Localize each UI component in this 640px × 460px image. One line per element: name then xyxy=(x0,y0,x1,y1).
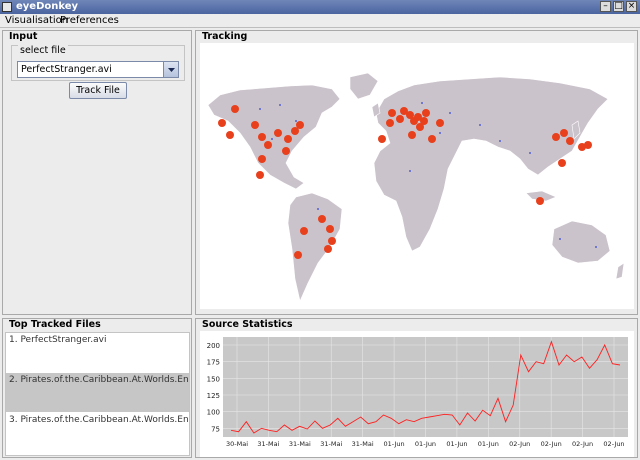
x-tick-label: 02-Jun xyxy=(509,440,530,448)
y-tick-label: 125 xyxy=(207,392,220,400)
minimize-icon[interactable]: – xyxy=(600,1,611,12)
select-file-label: select file xyxy=(18,45,68,57)
x-tick-label: 31-Mai xyxy=(289,440,311,448)
x-tick-label: 31-Mai xyxy=(352,440,374,448)
selected-file-value: PerfectStranger.avi xyxy=(21,64,112,75)
files-list: 1. PerfectStranger.avi 2. Pirates.of.the… xyxy=(5,332,190,456)
x-tick-label: 31-Mai xyxy=(257,440,279,448)
title-bar: eyeDonkey – □ × xyxy=(0,0,640,14)
y-axis: 75 100 125 150 175 200 xyxy=(207,342,220,433)
maximize-icon[interactable]: □ xyxy=(613,1,624,12)
y-tick-label: 150 xyxy=(207,375,220,383)
window-title: eyeDonkey xyxy=(16,1,79,12)
australia xyxy=(551,220,611,264)
y-tick-label: 175 xyxy=(207,359,220,367)
south-america xyxy=(287,192,343,302)
x-tick-label: 01-Jun xyxy=(478,440,499,448)
greenland xyxy=(349,72,379,100)
list-item[interactable]: 1. PerfectStranger.avi xyxy=(6,333,189,372)
x-tick-label: 31-Mai xyxy=(320,440,342,448)
x-tick-label: 30-Mai xyxy=(226,440,248,448)
source-statistics-panel: Source Statistics 75 100 125 150 175 200 30-M… xyxy=(195,318,638,458)
y-tick-label: 75 xyxy=(211,425,220,433)
list-item[interactable]: 3. Pirates.of.the.Caribbean.At.Worlds.En… xyxy=(6,413,189,452)
new-zealand xyxy=(615,262,625,280)
file-select-dropdown[interactable]: PerfectStranger.avi xyxy=(17,61,179,78)
x-tick-label: 01-Jun xyxy=(384,440,405,448)
menu-visualisation[interactable]: Visualisation xyxy=(5,14,68,28)
app-icon xyxy=(2,2,12,12)
menu-preferences[interactable]: Preferences xyxy=(60,14,119,28)
x-tick-label: 01-Jun xyxy=(415,440,436,448)
world-map[interactable] xyxy=(200,43,634,309)
top-files-title: Top Tracked Files xyxy=(8,319,102,331)
input-panel: Input select file PerfectStranger.avi Tr… xyxy=(2,30,192,315)
app-window: eyeDonkey – □ × Visualisation Preference… xyxy=(0,0,640,460)
track-file-button[interactable]: Track File xyxy=(69,82,127,99)
x-axis: 30-Mai 31-Mai 31-Mai 31-Mai 31-Mai 01-Jun 01-J… xyxy=(226,440,625,448)
x-tick-label: 01-Jun xyxy=(446,440,467,448)
x-tick-label: 02-Jun xyxy=(541,440,562,448)
x-tick-label: 02-Jun xyxy=(603,440,624,448)
source-statistics-title: Source Statistics xyxy=(201,319,294,331)
tracking-panel: Tracking xyxy=(195,30,638,315)
y-tick-label: 100 xyxy=(207,409,220,417)
x-tick-label: 02-Jun xyxy=(572,440,593,448)
chevron-down-icon[interactable] xyxy=(163,62,178,77)
menu-bar: Visualisation Preferences xyxy=(0,14,640,28)
close-icon[interactable]: × xyxy=(626,1,637,12)
select-file-group: select file PerfectStranger.avi xyxy=(11,45,185,81)
y-tick-label: 200 xyxy=(207,342,220,350)
land-masses xyxy=(207,72,625,302)
statistics-chart: 75 100 125 150 175 200 30-Mai 31-Mai 31-Mai 31-M… xyxy=(200,331,634,457)
tracking-panel-title: Tracking xyxy=(201,31,249,43)
top-tracked-files-panel: Top Tracked Files 1. PerfectStranger.avi… xyxy=(2,318,192,458)
input-panel-title: Input xyxy=(8,31,39,43)
list-item[interactable]: 2. Pirates.of.the.Caribbean.At.Worlds.En… xyxy=(6,373,189,412)
